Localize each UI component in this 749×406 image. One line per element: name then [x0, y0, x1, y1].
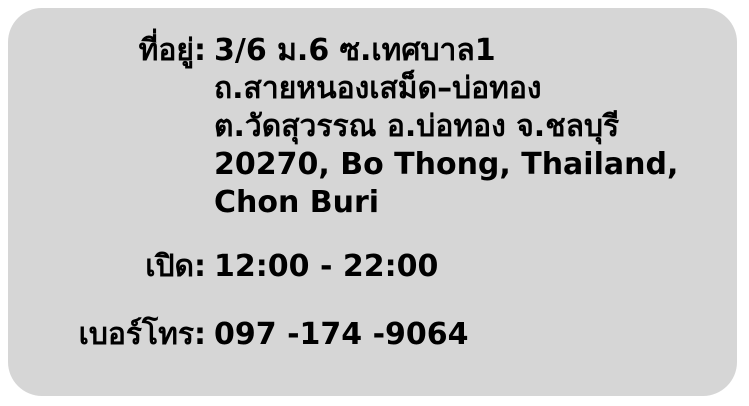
address-line-5: Chon Buri [214, 185, 380, 220]
address-row: ที่อยู่: 3/6 ม.6 ซ.เทศบาล1 ถ.สายหนองเสม็… [8, 32, 737, 222]
phone-label: เบอร์โทร: [78, 317, 206, 352]
phone-label-wrap: เบอร์โทร: [8, 316, 206, 354]
address-label-wrap: ที่อยู่: [8, 32, 206, 70]
hours-row: เปิด: 12:00 - 22:00 [8, 248, 737, 286]
address-line-2: ถ.สายหนองเสม็ด–บ่อทอง [214, 71, 542, 106]
phone-value[interactable]: 097 -174 -9064 [214, 316, 714, 354]
address-value: 3/6 ม.6 ซ.เทศบาล1 ถ.สายหนองเสม็ด–บ่อทอง … [214, 32, 714, 222]
phone-row: เบอร์โทร: 097 -174 -9064 [8, 316, 737, 354]
info-card: ที่อยู่: 3/6 ม.6 ซ.เทศบาล1 ถ.สายหนองเสม็… [8, 8, 737, 396]
address-line-1: 3/6 ม.6 ซ.เทศบาล1 [214, 33, 496, 68]
hours-value: 12:00 - 22:00 [214, 249, 439, 284]
address-line-4: 20270, Bo Thong, Thailand, [214, 147, 679, 182]
address-line-3: ต.วัดสุวรรณ อ.บ่อทอง จ.ชลบุรี [214, 109, 620, 144]
address-label: ที่อยู่: [138, 33, 206, 68]
hours-label-wrap: เปิด: [8, 248, 206, 286]
hours-label: เปิด: [145, 249, 206, 284]
